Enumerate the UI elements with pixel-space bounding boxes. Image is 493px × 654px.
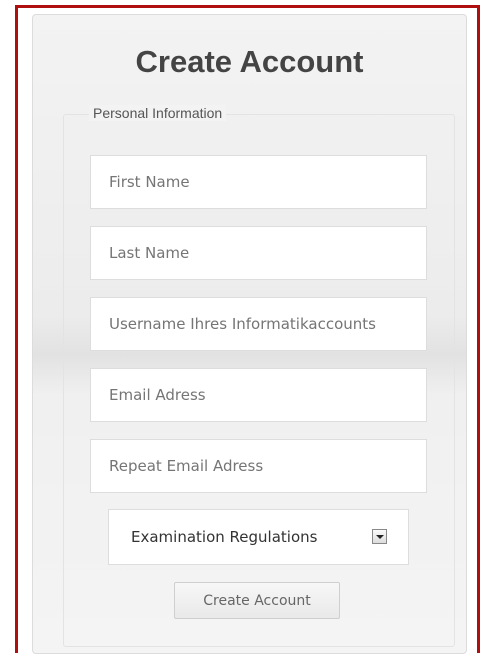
repeat-email-field[interactable] [90, 439, 427, 493]
username-field[interactable] [90, 297, 427, 351]
examination-regulations-select[interactable]: Examination Regulations [108, 509, 409, 565]
email-field[interactable] [90, 368, 427, 422]
create-account-panel: Create Account Personal Information Exam… [32, 14, 467, 654]
highlight-frame: Create Account Personal Information Exam… [15, 5, 480, 654]
personal-information-legend: Personal Information [89, 105, 227, 121]
dropdown-arrow-icon[interactable] [372, 529, 387, 544]
examination-regulations-value: Examination Regulations [131, 528, 318, 546]
last-name-field[interactable] [90, 226, 427, 280]
create-account-button[interactable]: Create Account [174, 582, 340, 619]
first-name-field[interactable] [90, 155, 427, 209]
page-title: Create Account [135, 44, 364, 79]
